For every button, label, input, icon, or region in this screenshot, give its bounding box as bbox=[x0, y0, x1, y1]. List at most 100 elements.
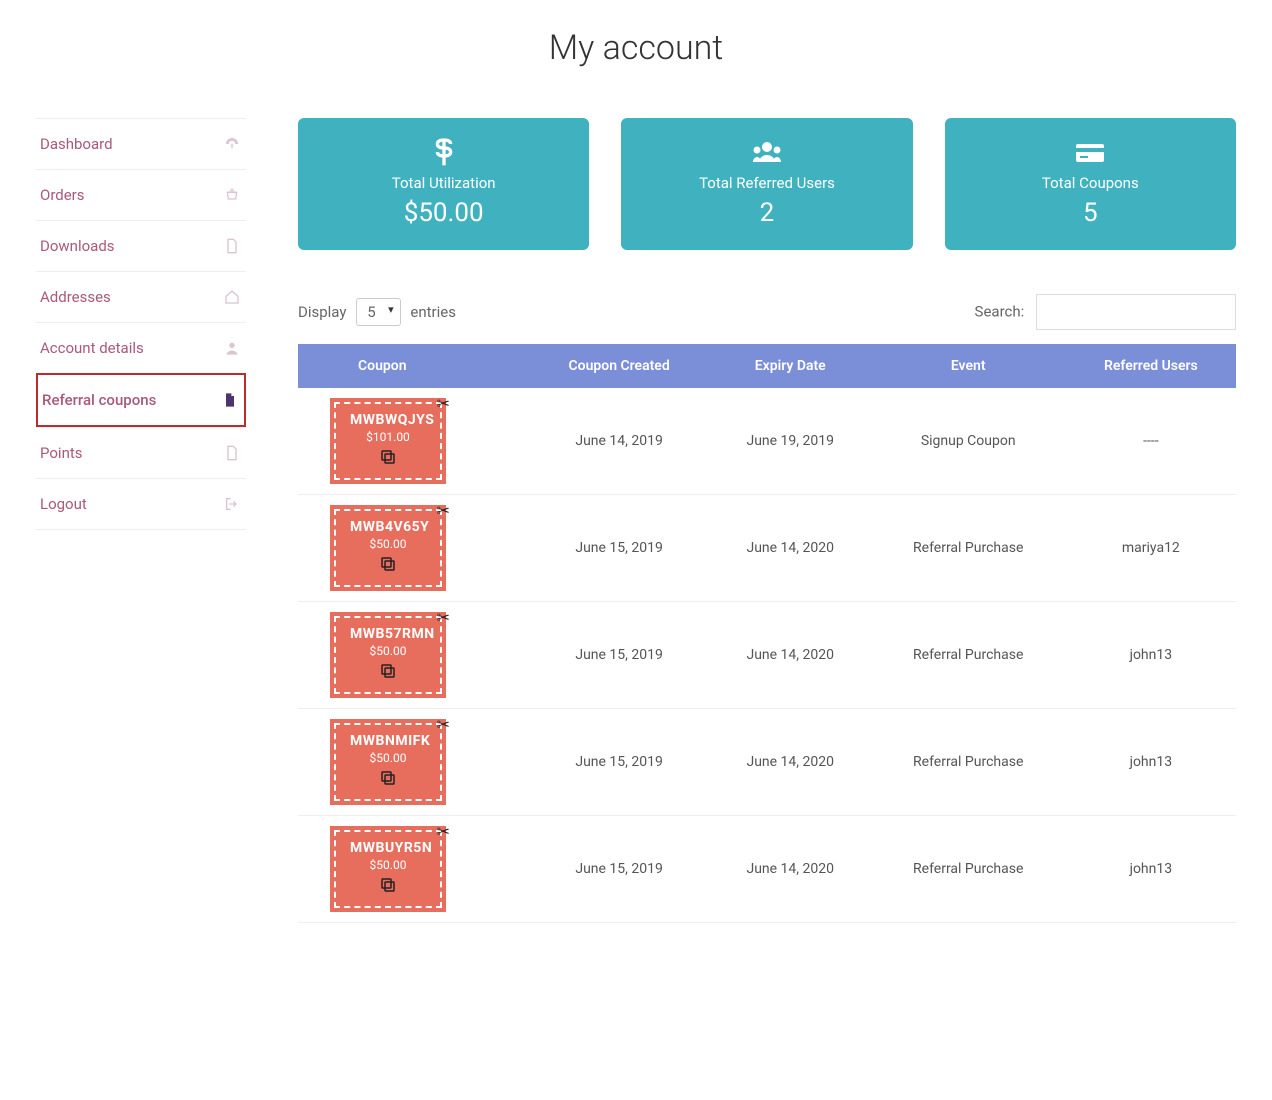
coupon-tag: ✂ MWBNMIFK $50.00 bbox=[334, 723, 442, 801]
table-row: ✂ MWBWQJYS $101.00 June 14, 2019 June 19… bbox=[298, 388, 1236, 495]
sidebar-item-label: Account details bbox=[40, 339, 144, 357]
th-created[interactable]: Coupon Created bbox=[528, 344, 709, 388]
cell-event: Signup Coupon bbox=[871, 388, 1066, 495]
scissors-icon: ✂ bbox=[437, 715, 450, 734]
entries-value: 5 bbox=[367, 303, 375, 321]
sidebar-item-orders[interactable]: Orders bbox=[36, 169, 246, 220]
display-entries: Display 5 entries bbox=[298, 298, 456, 326]
sidebar-item-addresses[interactable]: Addresses bbox=[36, 271, 246, 322]
table-row: ✂ MWB57RMN $50.00 June 15, 2019 June 14,… bbox=[298, 602, 1236, 709]
coupon-amount: $50.00 bbox=[350, 644, 426, 658]
coupon-code: MWBWQJYS bbox=[350, 412, 426, 428]
main-content: Total Utilization $50.00 Total Referred … bbox=[298, 118, 1236, 923]
cell-created: June 14, 2019 bbox=[528, 388, 709, 495]
coupon-code: MWBUYR5N bbox=[350, 840, 426, 856]
file-icon bbox=[224, 238, 240, 254]
display-label-post: entries bbox=[410, 303, 456, 321]
file-icon bbox=[224, 445, 240, 461]
th-referred[interactable]: Referred Users bbox=[1066, 344, 1236, 388]
coupon-amount: $50.00 bbox=[350, 537, 426, 551]
table-controls: Display 5 entries Search: bbox=[298, 294, 1236, 330]
cell-expiry: June 14, 2020 bbox=[710, 709, 871, 816]
stat-referred-users: Total Referred Users 2 bbox=[621, 118, 912, 250]
page-title: My account bbox=[0, 0, 1272, 118]
coupon-code: MWB4V65Y bbox=[350, 519, 426, 535]
stat-value: 5 bbox=[955, 198, 1226, 228]
table-row: ✂ MWB4V65Y $50.00 June 15, 2019 June 14,… bbox=[298, 495, 1236, 602]
cell-created: June 15, 2019 bbox=[528, 816, 709, 923]
cell-user: ---- bbox=[1066, 388, 1236, 495]
coupon-code: MWB57RMN bbox=[350, 626, 426, 642]
scissors-icon: ✂ bbox=[437, 822, 450, 841]
coupon-tag: ✂ MWBUYR5N $50.00 bbox=[334, 830, 442, 908]
cell-event: Referral Purchase bbox=[871, 709, 1066, 816]
sidebar-item-points[interactable]: Points bbox=[36, 427, 246, 478]
th-event[interactable]: Event bbox=[871, 344, 1066, 388]
sidebar-item-label: Referral coupons bbox=[42, 391, 156, 409]
copy-icon[interactable] bbox=[350, 769, 426, 791]
scissors-icon: ✂ bbox=[437, 501, 450, 520]
copy-icon[interactable] bbox=[350, 555, 426, 577]
account-sidebar: Dashboard Orders Downloads Addresses Acc… bbox=[36, 118, 246, 923]
entries-select[interactable]: 5 bbox=[356, 298, 400, 326]
sidebar-item-account-details[interactable]: Account details bbox=[36, 322, 246, 373]
cell-expiry: June 14, 2020 bbox=[710, 816, 871, 923]
copy-icon[interactable] bbox=[350, 662, 426, 684]
copy-icon[interactable] bbox=[350, 876, 426, 898]
sidebar-item-label: Orders bbox=[40, 186, 85, 204]
sidebar-item-label: Downloads bbox=[40, 237, 115, 255]
cell-user: john13 bbox=[1066, 816, 1236, 923]
sidebar-item-label: Points bbox=[40, 444, 83, 462]
cell-user: john13 bbox=[1066, 709, 1236, 816]
user-icon bbox=[224, 340, 240, 356]
doc-icon bbox=[222, 392, 238, 408]
stat-total-coupons: Total Coupons 5 bbox=[945, 118, 1236, 250]
search-input[interactable] bbox=[1036, 294, 1236, 330]
sidebar-item-label: Logout bbox=[40, 495, 87, 513]
cell-event: Referral Purchase bbox=[871, 816, 1066, 923]
cell-event: Referral Purchase bbox=[871, 495, 1066, 602]
sidebar-item-downloads[interactable]: Downloads bbox=[36, 220, 246, 271]
coupon-amount: $50.00 bbox=[350, 858, 426, 872]
stat-total-utilization: Total Utilization $50.00 bbox=[298, 118, 589, 250]
search-label: Search: bbox=[975, 303, 1025, 321]
table-row: ✂ MWBNMIFK $50.00 June 15, 2019 June 14,… bbox=[298, 709, 1236, 816]
cell-expiry: June 19, 2019 bbox=[710, 388, 871, 495]
sidebar-item-logout[interactable]: Logout bbox=[36, 478, 246, 530]
sidebar-item-referral-coupons[interactable]: Referral coupons bbox=[36, 373, 246, 427]
th-coupon[interactable]: Coupon bbox=[298, 344, 528, 388]
basket-icon bbox=[224, 187, 240, 203]
coupon-code: MWBNMIFK bbox=[350, 733, 426, 749]
stat-label: Total Utilization bbox=[308, 174, 579, 192]
sidebar-item-dashboard[interactable]: Dashboard bbox=[36, 118, 246, 169]
copy-icon[interactable] bbox=[350, 448, 426, 470]
scissors-icon: ✂ bbox=[437, 608, 450, 627]
dashboard-icon bbox=[224, 136, 240, 152]
scissors-icon: ✂ bbox=[437, 394, 450, 413]
sidebar-item-label: Addresses bbox=[40, 288, 111, 306]
coupon-tag: ✂ MWBWQJYS $101.00 bbox=[334, 402, 442, 480]
cell-event: Referral Purchase bbox=[871, 602, 1066, 709]
sidebar-item-label: Dashboard bbox=[40, 135, 113, 153]
stat-label: Total Coupons bbox=[955, 174, 1226, 192]
coupon-amount: $101.00 bbox=[350, 430, 426, 444]
home-icon bbox=[224, 289, 240, 305]
cell-created: June 15, 2019 bbox=[528, 602, 709, 709]
coupon-amount: $50.00 bbox=[350, 751, 426, 765]
th-expiry[interactable]: Expiry Date bbox=[710, 344, 871, 388]
card-icon bbox=[955, 136, 1226, 168]
users-icon bbox=[631, 136, 902, 168]
stat-value: 2 bbox=[631, 198, 902, 228]
signout-icon bbox=[224, 496, 240, 512]
cell-expiry: June 14, 2020 bbox=[710, 602, 871, 709]
stat-value: $50.00 bbox=[308, 198, 579, 228]
cell-user: john13 bbox=[1066, 602, 1236, 709]
search-wrap: Search: bbox=[975, 294, 1236, 330]
dollar-icon bbox=[308, 136, 579, 168]
cell-user: mariya12 bbox=[1066, 495, 1236, 602]
stat-label: Total Referred Users bbox=[631, 174, 902, 192]
stats-row: Total Utilization $50.00 Total Referred … bbox=[298, 118, 1236, 250]
coupon-tag: ✂ MWB57RMN $50.00 bbox=[334, 616, 442, 694]
coupon-tag: ✂ MWB4V65Y $50.00 bbox=[334, 509, 442, 587]
cell-created: June 15, 2019 bbox=[528, 495, 709, 602]
